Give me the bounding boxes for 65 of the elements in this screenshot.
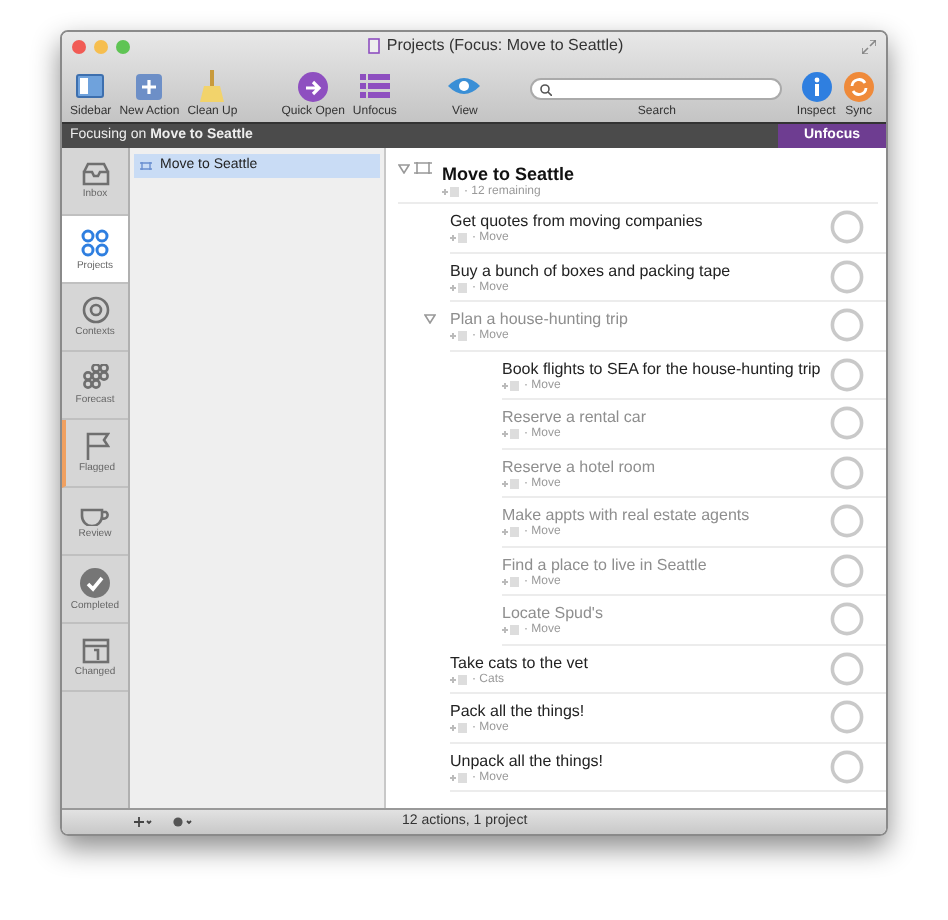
task-title: Make appts with real estate agents — [502, 504, 752, 525]
search-field[interactable] — [530, 78, 783, 100]
calendar-icon — [81, 636, 109, 664]
add-note-icon — [502, 477, 520, 490]
checkbox-circle[interactable] — [830, 210, 864, 245]
inbox-icon — [81, 162, 109, 186]
checkbox-circle[interactable] — [830, 406, 864, 441]
task-title: Find a place to live in Seattle — [502, 553, 709, 575]
arrow-circle-icon — [298, 71, 329, 101]
flag-icon — [85, 432, 109, 460]
info-icon — [801, 71, 832, 101]
checkbox-circle[interactable] — [830, 602, 864, 637]
task-title: Reserve a hotel room — [502, 455, 657, 477]
add-note-icon — [450, 281, 468, 294]
add-icon[interactable] — [134, 816, 152, 828]
document-icon — [368, 38, 381, 54]
disclosure-triangle-icon[interactable] — [424, 314, 436, 325]
fullscreen-icon[interactable] — [862, 39, 876, 53]
add-note-icon — [502, 428, 520, 441]
task-title: Book flights to SEA for the house-hunting trip — [502, 357, 823, 379]
disclosure-triangle-icon[interactable] — [398, 164, 410, 174]
list-icon — [359, 74, 390, 98]
broom-icon — [200, 70, 225, 102]
projects-icon — [80, 227, 110, 257]
task-title: Get quotes from moving companies — [450, 210, 705, 231]
task-title: Buy a bunch of boxes and packing tape — [450, 259, 733, 281]
checkbox-circle[interactable] — [830, 553, 864, 588]
checkbox-circle[interactable] — [830, 357, 864, 392]
add-note-icon — [442, 185, 460, 197]
checkbox-circle[interactable] — [830, 259, 864, 294]
task-title: Pack all the things! — [450, 700, 587, 721]
add-note-icon — [502, 575, 520, 588]
add-note-icon — [450, 771, 468, 784]
sync-icon — [843, 71, 874, 101]
checkbox-circle[interactable] — [830, 455, 864, 490]
project-title: Move to Seattle — [442, 161, 575, 185]
checkmark-icon — [80, 567, 110, 597]
add-note-icon — [450, 722, 468, 735]
zoom-window-button[interactable] — [116, 39, 130, 53]
task-title: Locate Spud's — [502, 602, 605, 623]
close-window-button[interactable] — [72, 39, 86, 53]
window-title: Projects (Focus: Move to Seattle) — [386, 34, 624, 58]
minimize-window-button[interactable] — [94, 39, 108, 53]
task-title: Reserve a rental car — [502, 406, 649, 427]
task-title: Plan a house-hunting trip — [450, 308, 630, 329]
task-title: Take cats to the vet — [450, 651, 590, 673]
checkbox-circle[interactable] — [830, 308, 864, 343]
checkbox-circle[interactable] — [830, 700, 864, 735]
add-note-icon — [450, 232, 468, 245]
grid-circles-icon — [80, 364, 110, 392]
checkbox-circle[interactable] — [830, 651, 864, 686]
eye-icon — [448, 76, 481, 96]
add-note-icon — [502, 624, 520, 637]
add-note-icon — [450, 673, 468, 686]
task-title: Unpack all the things! — [450, 749, 605, 771]
add-note-icon — [502, 526, 520, 539]
checkbox-circle[interactable] — [830, 504, 864, 539]
checkbox-circle[interactable] — [830, 749, 864, 784]
search-icon — [540, 83, 553, 95]
add-note-icon — [502, 379, 520, 392]
add-note-icon — [450, 330, 468, 343]
project-icon — [414, 162, 432, 174]
sidebar-icon — [76, 74, 105, 98]
plus-icon — [136, 73, 163, 99]
project-icon — [140, 162, 152, 170]
